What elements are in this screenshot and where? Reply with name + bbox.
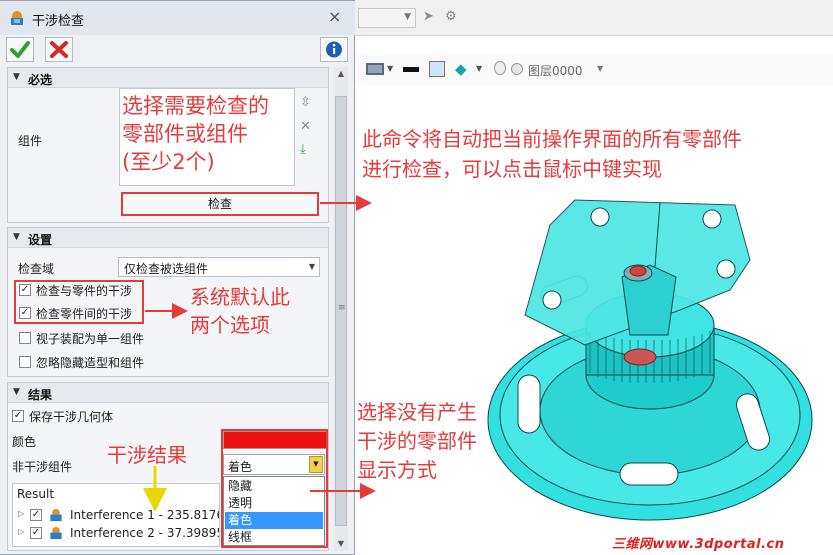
watermark: 三维网www.3dportal.cn bbox=[612, 537, 785, 552]
annotation-arrows bbox=[143, 195, 376, 512]
